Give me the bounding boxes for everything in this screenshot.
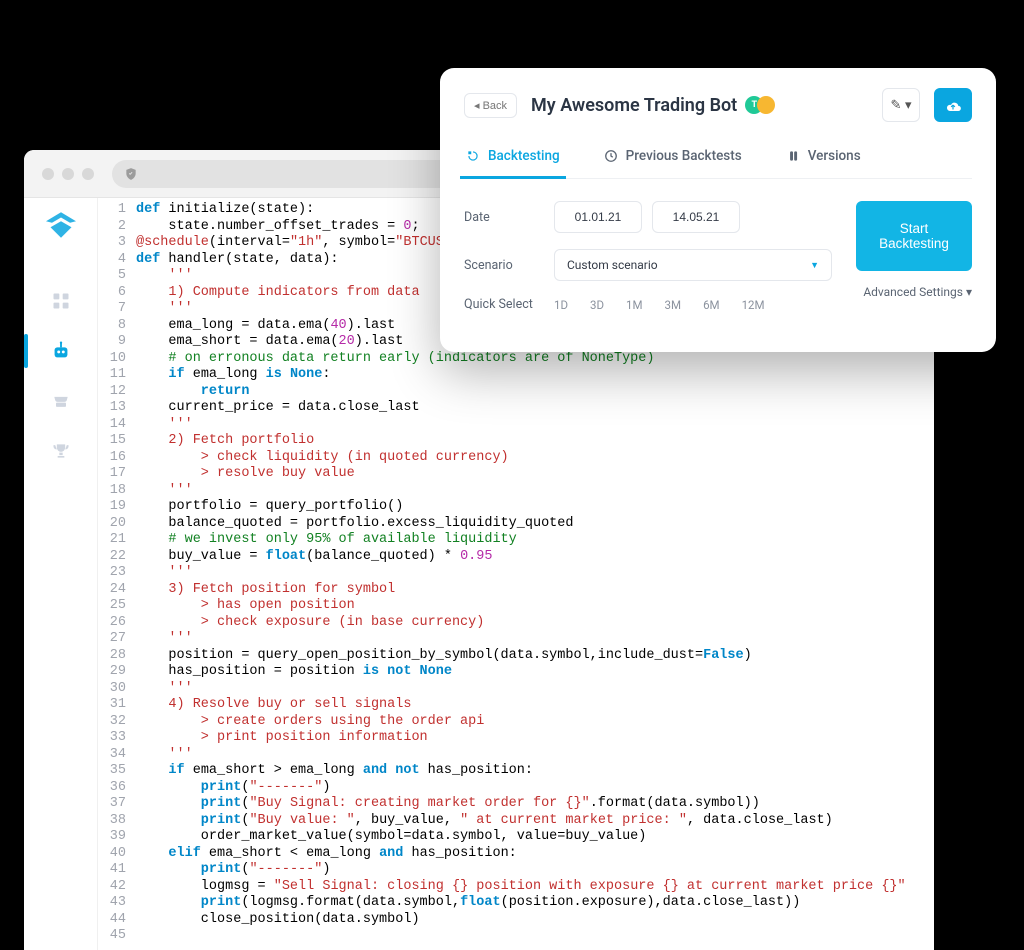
shield-icon: [124, 167, 138, 181]
tab-label: Backtesting: [488, 148, 560, 164]
nav-market[interactable]: [50, 390, 72, 412]
logo-icon: [46, 212, 76, 238]
tab-label: Versions: [808, 148, 861, 164]
bot-title-text: My Awesome Trading Bot: [531, 95, 737, 116]
tab-backtesting[interactable]: Backtesting: [464, 140, 562, 178]
quick-option[interactable]: 3M: [665, 298, 682, 312]
date-from-input[interactable]: [554, 201, 642, 233]
form: Date Scenario Custom scenario ▼ Quick Se…: [464, 201, 972, 328]
grid-icon: [51, 291, 71, 311]
line-gutter: 1234567891011121314151617181920212223242…: [98, 202, 136, 950]
scenario-label: Scenario: [464, 258, 554, 273]
nav-dashboard[interactable]: [50, 290, 72, 312]
quick-option[interactable]: 6M: [703, 298, 720, 312]
quick-option[interactable]: 1D: [554, 298, 568, 312]
start-backtesting-button[interactable]: Start Backtesting: [856, 201, 972, 271]
store-icon: [51, 391, 71, 411]
badge-y: [757, 96, 775, 114]
quick-options: 1D 3D 1M 3M 6M 12M: [554, 298, 765, 312]
backtesting-card: ◂ Back My Awesome Trading Bot T ✎ ▾ Back…: [440, 68, 996, 352]
scenario-row: Scenario Custom scenario ▼: [464, 249, 832, 281]
quick-option[interactable]: 3D: [590, 298, 604, 312]
scenario-select[interactable]: Custom scenario ▼: [554, 249, 832, 281]
date-label: Date: [464, 210, 554, 225]
quick-option[interactable]: 1M: [626, 298, 643, 312]
scenario-value: Custom scenario: [567, 258, 658, 272]
tab-previous[interactable]: Previous Backtests: [602, 140, 744, 178]
traffic-lights: [42, 168, 94, 180]
cloud-upload-icon: [944, 98, 962, 112]
back-button[interactable]: ◂ Back: [464, 93, 517, 118]
bot-title: My Awesome Trading Bot T: [531, 95, 868, 116]
nav-leaderboard[interactable]: [50, 440, 72, 462]
quick-select-row: Quick Select 1D 3D 1M 3M 6M 12M: [464, 297, 832, 312]
quick-option[interactable]: 12M: [742, 298, 765, 312]
refresh-icon: [466, 149, 480, 163]
tabs: Backtesting Previous Backtests Versions: [464, 140, 972, 179]
quick-select-label: Quick Select: [464, 297, 554, 312]
trophy-icon: [51, 441, 71, 461]
clock-icon: [604, 149, 618, 163]
traffic-light-max[interactable]: [82, 168, 94, 180]
pencil-icon: ✎ ▾: [890, 97, 911, 113]
advanced-settings-link[interactable]: Advanced Settings ▾: [856, 285, 972, 299]
tab-label: Previous Backtests: [626, 148, 742, 164]
tab-versions[interactable]: Versions: [784, 140, 863, 178]
title-badges: T: [745, 96, 775, 114]
traffic-light-min[interactable]: [62, 168, 74, 180]
sidebar: [24, 198, 98, 950]
edit-button[interactable]: ✎ ▾: [882, 88, 920, 122]
card-header: ◂ Back My Awesome Trading Bot T ✎ ▾: [464, 88, 972, 122]
back-label: Back: [483, 100, 507, 112]
chevron-down-icon: ▼: [810, 260, 819, 271]
traffic-light-close[interactable]: [42, 168, 54, 180]
upload-button[interactable]: [934, 88, 972, 122]
date-to-input[interactable]: [652, 201, 740, 233]
robot-icon: [50, 340, 72, 362]
date-row: Date: [464, 201, 832, 233]
layers-icon: [786, 149, 800, 163]
nav-bots[interactable]: [50, 340, 72, 362]
form-right: Start Backtesting Advanced Settings ▾: [856, 201, 972, 328]
